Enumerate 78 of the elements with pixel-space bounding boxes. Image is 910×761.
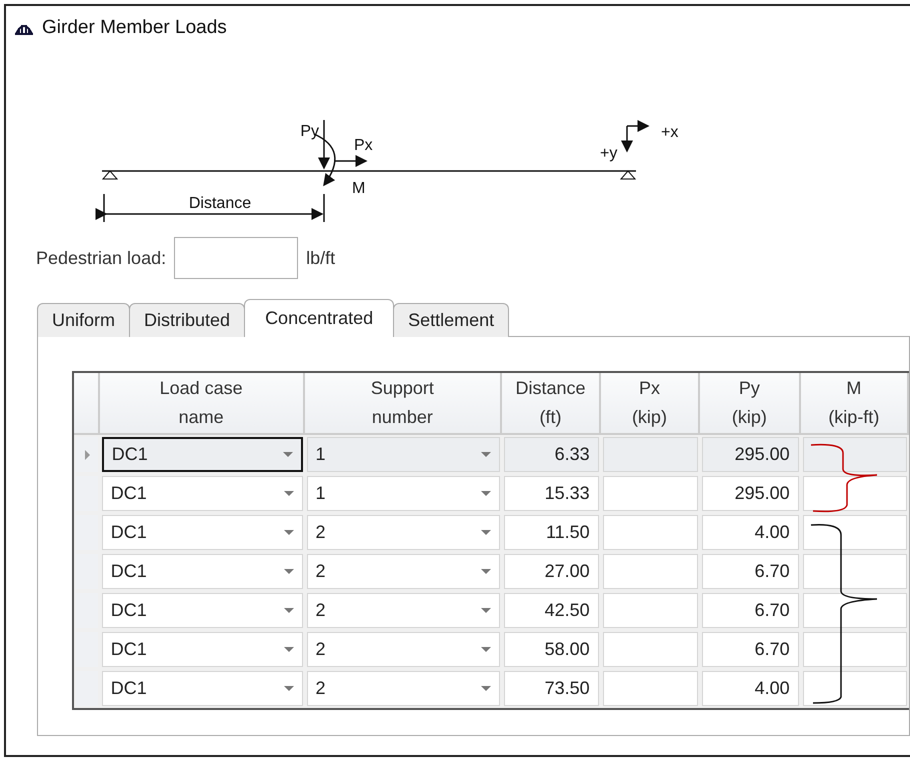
dropdown-cell[interactable]: 1 — [306, 437, 500, 472]
table-cell[interactable] — [802, 632, 907, 667]
brace-mark — [810, 444, 877, 512]
dropdown-cell[interactable]: DC1 — [102, 515, 302, 550]
caret-icon — [481, 452, 492, 457]
unit-label: lb/ft — [306, 248, 336, 268]
table-cell[interactable] — [802, 515, 907, 550]
table-cell[interactable]: 11.50 — [504, 515, 599, 550]
field-label: Pedestrian load: — [36, 248, 166, 268]
caret-icon — [284, 569, 294, 574]
table-cell[interactable] — [802, 437, 907, 472]
dropdown-cell[interactable]: DC1 — [102, 593, 302, 628]
table-cell[interactable]: 295.00 — [702, 476, 799, 511]
column-header: Px (kip) — [600, 373, 700, 435]
table-cell[interactable]: 15.33 — [504, 476, 599, 511]
dropdown-cell[interactable]: DC1 — [102, 554, 302, 589]
caret-icon — [284, 647, 294, 652]
table-cell[interactable]: 6.70 — [702, 632, 799, 667]
table-cell[interactable]: 4.00 — [702, 671, 799, 706]
diagram-label: +x — [661, 124, 678, 141]
table-cell[interactable]: 42.50 — [504, 593, 599, 628]
diagram-label: Py — [300, 123, 319, 140]
dropdown-cell[interactable]: 1 — [306, 476, 500, 511]
tab[interactable]: Concentrated — [244, 299, 394, 337]
caret-icon — [284, 608, 294, 613]
dropdown-cell[interactable]: 2 — [306, 515, 500, 550]
dropdown-cell[interactable]: DC1 — [102, 671, 302, 706]
diagram-label: Px — [354, 137, 373, 154]
column-header: Py (kip) — [700, 373, 801, 435]
current-row-icon — [85, 450, 90, 460]
caret-icon — [284, 530, 294, 535]
column-header: Distance (ft) — [502, 373, 601, 435]
column-header: Support number — [304, 373, 502, 435]
dropdown-cell[interactable]: 2 — [306, 671, 500, 706]
caret-icon — [481, 530, 492, 535]
dropdown-cell[interactable]: DC1 — [102, 476, 302, 511]
diagram-label: M — [352, 180, 366, 197]
caret-icon — [282, 452, 292, 457]
diagram-label: Distance — [188, 195, 252, 212]
tab[interactable]: Settlement — [393, 303, 510, 337]
dropdown-cell[interactable]: DC1 — [102, 632, 302, 667]
caret-icon — [481, 491, 492, 496]
table-cell[interactable]: 6.70 — [702, 554, 799, 589]
pedestrian-load-field[interactable] — [174, 237, 298, 279]
table-cell[interactable] — [802, 476, 907, 511]
column-header: Load case name — [100, 373, 304, 435]
caret-icon — [284, 491, 294, 496]
dropdown-cell[interactable]: 2 — [306, 632, 500, 667]
table-cell[interactable] — [602, 437, 698, 472]
dropdown-cell[interactable]: 2 — [306, 593, 500, 628]
caret-icon — [284, 686, 294, 691]
window-title: Girder Member Loads — [42, 17, 227, 39]
table-cell[interactable]: 27.00 — [504, 554, 599, 589]
tab[interactable]: Uniform — [37, 303, 130, 337]
caret-icon — [481, 647, 492, 652]
table-cell[interactable]: 6.33 — [504, 437, 599, 472]
dropdown-cell[interactable]: 2 — [306, 554, 500, 589]
table-cell[interactable] — [802, 593, 907, 628]
table-cell[interactable] — [602, 671, 698, 706]
column-header: M (kip-ft) — [800, 373, 909, 435]
table-cell[interactable]: 73.50 — [504, 671, 599, 706]
table-cell[interactable] — [602, 632, 698, 667]
dropdown-cell[interactable]: DC1 — [102, 437, 302, 472]
table-cell[interactable]: 4.00 — [702, 515, 799, 550]
table-cell[interactable] — [802, 554, 907, 589]
table-cell[interactable]: 295.00 — [702, 437, 799, 472]
table-cell[interactable] — [602, 476, 698, 511]
diagram-label: +y — [600, 145, 618, 162]
caret-icon — [481, 608, 492, 613]
caret-icon — [481, 569, 492, 574]
table-cell[interactable]: 6.70 — [702, 593, 799, 628]
tab[interactable]: Distributed — [129, 303, 246, 337]
table-cell[interactable] — [802, 671, 907, 706]
table-cell[interactable] — [602, 593, 698, 628]
table-cell[interactable] — [602, 554, 698, 589]
table-cell[interactable]: 58.00 — [504, 632, 599, 667]
table-cell[interactable] — [602, 515, 698, 550]
caret-icon — [481, 686, 492, 691]
